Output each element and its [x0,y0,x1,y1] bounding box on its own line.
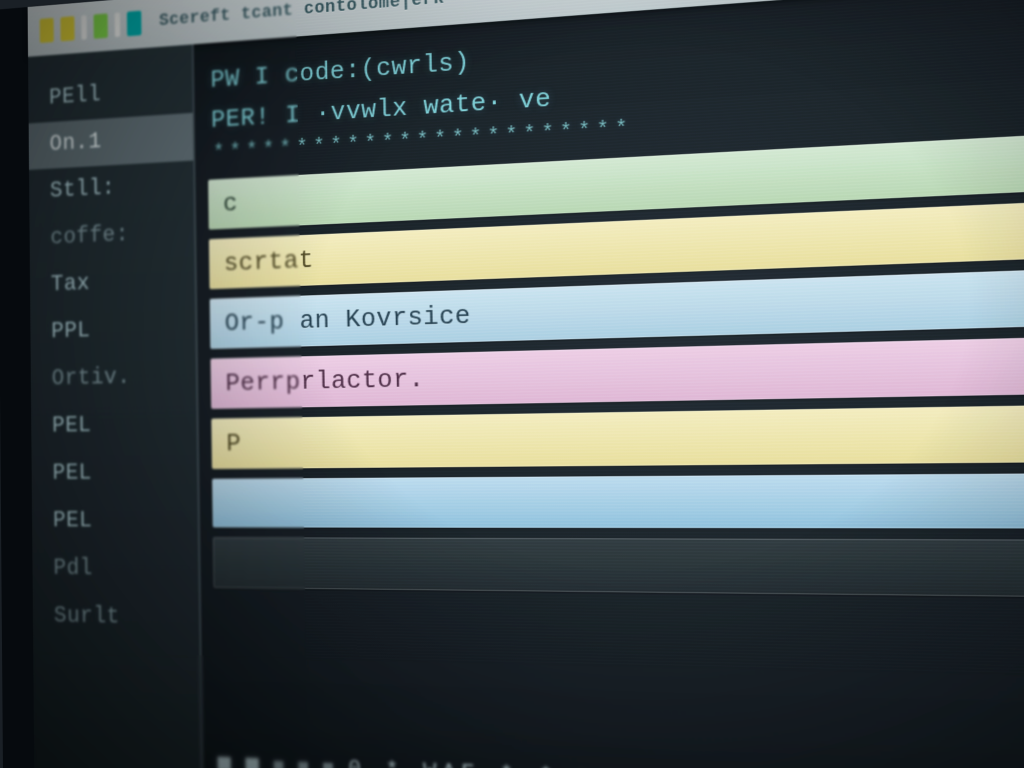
monitor-frame: Scereft tcant contolome|erk PEll On.1 St… [0,0,1024,768]
sidebar-item[interactable]: PPL [30,304,196,357]
titlebar-sep-2 [115,12,121,37]
titlebar-block-3 [94,13,108,38]
status-pixel-icon [246,758,259,768]
status-pixel-icon [218,757,231,768]
sidebar-item[interactable]: Pdl [32,545,199,594]
row-label: scrtat [224,245,314,278]
main-panel: 00000000 PW I code:(cwrls) PER! I ·vvwlx… [194,0,1024,768]
status-pixel-icon [323,763,333,768]
status-pixel-icon [274,761,284,768]
status-bar: 0 * WAE * * [203,732,1024,768]
window-title: Scereft tcant contolome|erk [159,0,445,31]
sidebar-item[interactable]: Tax [30,256,195,310]
titlebar-block-2 [60,16,74,41]
titlebar-block-4 [127,11,141,37]
list-row[interactable] [213,537,1024,599]
row-label: Perrprlactor. [225,364,424,398]
row-label: c [223,189,238,219]
status-pixel-icon [298,762,308,768]
list-row[interactable]: P [211,403,1024,469]
sidebar-item[interactable]: Surlt [33,593,200,644]
row-label: Or-p an Kovrsice [225,301,472,338]
sidebar-item[interactable]: Ortiv. [31,352,197,403]
sidebar-item[interactable]: coffe: [29,208,194,263]
sidebar-item[interactable]: Stll: [29,161,194,217]
sidebar: PEll On.1 Stll: coffe: Tax PPL Ortiv. PE… [28,44,204,768]
list-row[interactable] [212,472,1024,528]
sidebar-item[interactable]: PEL [32,497,198,546]
sidebar-item[interactable]: PEL [31,401,197,451]
status-text: 0 * WAE * * [348,756,559,768]
row-label: P [226,429,241,458]
titlebar-sep-1 [81,15,86,40]
sidebar-item[interactable]: PEL [31,449,197,498]
row-list: c scrtat Or-p an Kovrsice Perrprlactor. … [208,127,1024,599]
titlebar-block-1 [40,18,54,43]
